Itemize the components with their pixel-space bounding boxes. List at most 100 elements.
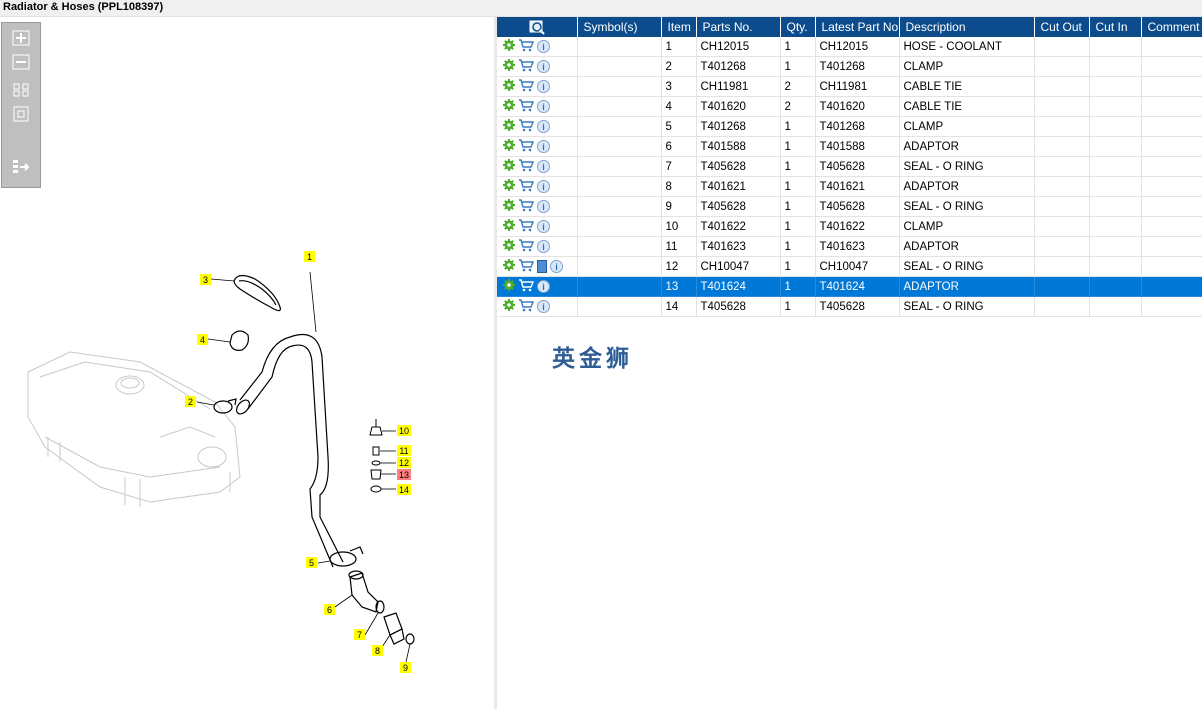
cut-in-cell — [1089, 256, 1142, 277]
cart-icon[interactable] — [518, 118, 535, 135]
row-actions-cell: i — [497, 56, 578, 77]
column-header-description[interactable]: Description — [899, 17, 1035, 37]
symbols-cell — [577, 256, 662, 277]
cart-icon[interactable] — [518, 138, 535, 155]
info-icon[interactable]: i — [537, 300, 550, 313]
cart-icon[interactable] — [518, 198, 535, 215]
table-row[interactable]: i 8 T401621 1 T401621 ADAPTOR — [497, 176, 1202, 197]
parts-table-pane: Symbol(s) Item Parts No. Qty. Latest Par… — [497, 17, 1202, 709]
gear-icon[interactable] — [503, 139, 515, 154]
info-icon[interactable]: i — [537, 40, 550, 53]
callout-7[interactable]: 7 — [354, 629, 365, 640]
info-icon[interactable]: i — [537, 60, 550, 73]
cart-icon[interactable] — [518, 38, 535, 55]
cut-out-cell — [1034, 136, 1090, 157]
callout-11[interactable]: 11 — [397, 445, 411, 456]
table-row[interactable]: i 10 T401622 1 T401622 CLAMP — [497, 216, 1202, 237]
column-header-parts-no[interactable]: Parts No. — [696, 17, 781, 37]
table-row[interactable]: i 11 T401623 1 T401623 ADAPTOR — [497, 236, 1202, 257]
search-column-header[interactable] — [497, 17, 578, 37]
callout-10[interactable]: 10 — [397, 425, 411, 436]
info-icon[interactable]: i — [537, 80, 550, 93]
info-icon[interactable]: i — [537, 240, 550, 253]
callout-13-highlighted[interactable]: 13 — [397, 469, 411, 480]
gear-icon[interactable] — [503, 119, 515, 134]
cut-in-cell — [1089, 236, 1142, 257]
column-header-cut-out[interactable]: Cut Out — [1034, 17, 1090, 37]
gear-icon[interactable] — [503, 259, 515, 274]
latest-part-no-cell: T401624 — [815, 276, 900, 297]
cart-icon[interactable] — [518, 58, 535, 75]
column-header-latest-part-no[interactable]: Latest Part No. — [815, 17, 900, 37]
gear-icon[interactable] — [503, 159, 515, 174]
table-row[interactable]: i 2 T401268 1 T401268 CLAMP — [497, 56, 1202, 77]
table-row[interactable]: i 9 T405628 1 T405628 SEAL - O RING — [497, 196, 1202, 217]
info-icon[interactable]: i — [537, 180, 550, 193]
gear-icon[interactable] — [503, 219, 515, 234]
table-row[interactable]: i 4 T401620 2 T401620 CABLE TIE — [497, 96, 1202, 117]
cart-icon[interactable] — [518, 178, 535, 195]
gear-icon[interactable] — [503, 299, 515, 314]
table-row[interactable]: i 6 T401588 1 T401588 ADAPTOR — [497, 136, 1202, 157]
parts-no-cell: T405628 — [696, 296, 781, 317]
gear-icon[interactable] — [503, 79, 515, 94]
info-icon[interactable]: i — [537, 140, 550, 153]
gear-icon[interactable] — [503, 39, 515, 54]
table-row[interactable]: i 13 T401624 1 T401624 ADAPTOR — [497, 276, 1202, 297]
cart-icon[interactable] — [518, 298, 535, 315]
callout-5[interactable]: 5 — [306, 557, 317, 568]
column-header-symbols[interactable]: Symbol(s) — [577, 17, 662, 37]
cart-icon[interactable] — [518, 158, 535, 175]
row-actions-cell: i — [497, 96, 578, 117]
info-icon[interactable]: i — [537, 100, 550, 113]
table-row[interactable]: i 1 CH12015 1 CH12015 HOSE - COOLANT — [497, 37, 1202, 57]
cart-icon[interactable] — [518, 258, 535, 275]
description-cell: SEAL - O RING — [899, 196, 1035, 217]
column-header-item[interactable]: Item — [661, 17, 697, 37]
table-row[interactable]: i 14 T405628 1 T405628 SEAL - O RING — [497, 296, 1202, 317]
cart-icon[interactable] — [518, 78, 535, 95]
qty-cell: 1 — [780, 176, 816, 197]
callout-14[interactable]: 14 — [397, 484, 411, 495]
callout-9[interactable]: 9 — [400, 662, 411, 673]
svg-text:6: 6 — [327, 605, 332, 615]
latest-part-no-cell: T401588 — [815, 136, 900, 157]
gear-icon[interactable] — [503, 199, 515, 214]
book-icon[interactable] — [537, 260, 547, 273]
qty-cell: 1 — [780, 156, 816, 177]
column-header-cut-in[interactable]: Cut In — [1089, 17, 1142, 37]
cart-icon[interactable] — [518, 278, 535, 295]
cart-icon[interactable] — [518, 98, 535, 115]
callout-12[interactable]: 12 — [397, 457, 411, 468]
info-icon[interactable]: i — [537, 200, 550, 213]
callout-8[interactable]: 8 — [372, 645, 383, 656]
gear-icon[interactable] — [503, 179, 515, 194]
gear-icon[interactable] — [503, 239, 515, 254]
magnifier-icon[interactable] — [529, 19, 545, 35]
table-row[interactable]: i 7 T405628 1 T405628 SEAL - O RING — [497, 156, 1202, 177]
info-icon[interactable]: i — [537, 220, 550, 233]
gear-icon[interactable] — [503, 99, 515, 114]
column-header-qty[interactable]: Qty. — [780, 17, 816, 37]
callout-3[interactable]: 3 — [200, 274, 211, 285]
gear-icon[interactable] — [503, 279, 515, 294]
diagram-pane[interactable]: 1 2 3 4 5 6 7 8 9 10 11 12 13 14 — [0, 17, 494, 709]
info-icon[interactable]: i — [550, 260, 563, 273]
info-icon[interactable]: i — [537, 160, 550, 173]
info-icon[interactable]: i — [537, 280, 550, 293]
callout-4[interactable]: 4 — [197, 334, 208, 345]
cart-icon[interactable] — [518, 238, 535, 255]
table-row[interactable]: i 3 CH11981 2 CH11981 CABLE TIE — [497, 76, 1202, 97]
info-icon[interactable]: i — [537, 120, 550, 133]
comment-cell — [1141, 176, 1202, 197]
table-row[interactable]: i 12 CH10047 1 CH10047 SEAL - O RING — [497, 256, 1202, 277]
column-header-comment[interactable]: Comment — [1141, 17, 1202, 37]
table-row[interactable]: i 5 T401268 1 T401268 CLAMP — [497, 116, 1202, 137]
cart-icon[interactable] — [518, 218, 535, 235]
row-actions-cell: i — [497, 136, 578, 157]
callout-6[interactable]: 6 — [324, 604, 335, 615]
callout-1[interactable]: 1 — [304, 251, 315, 262]
symbols-cell — [577, 56, 662, 77]
callout-2[interactable]: 2 — [185, 396, 196, 407]
gear-icon[interactable] — [503, 59, 515, 74]
